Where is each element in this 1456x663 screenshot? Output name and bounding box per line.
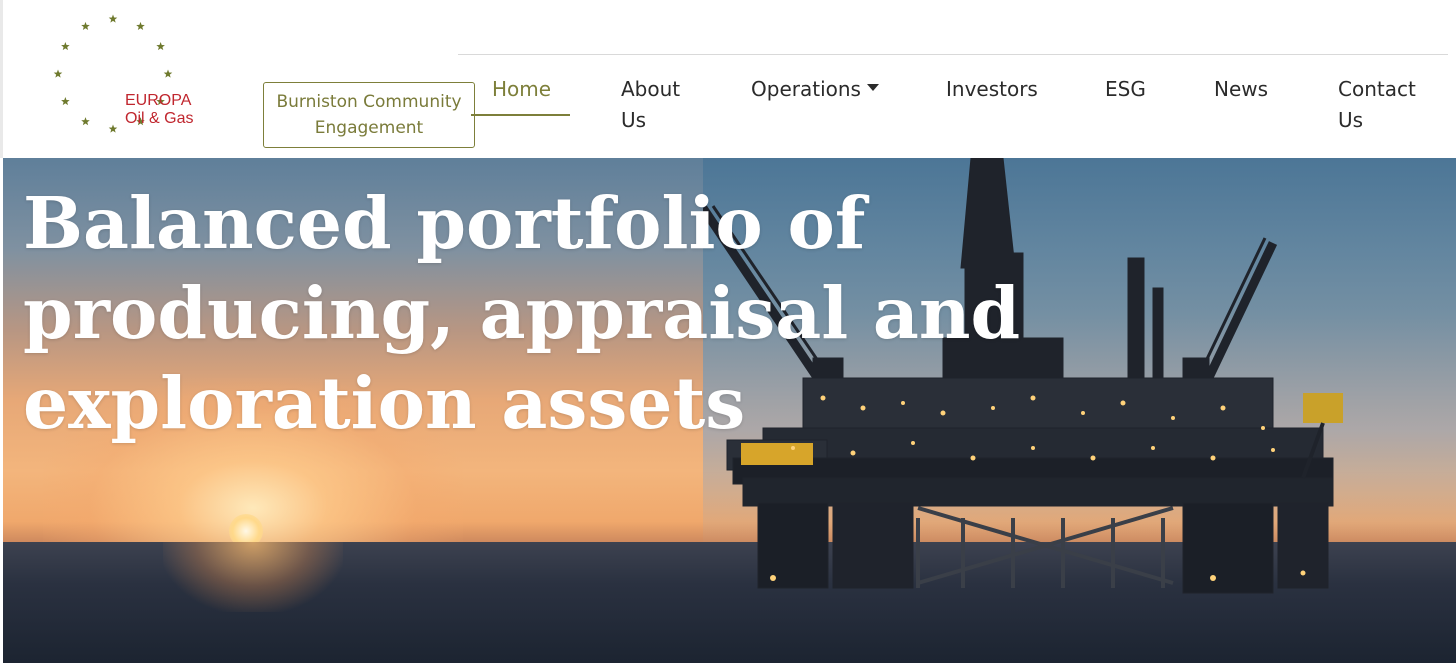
nav-divider: [458, 54, 1448, 55]
logo-star: [136, 21, 145, 31]
logo-star: [81, 117, 90, 126]
logo-text: EUROPA Oil & Gas: [125, 92, 193, 128]
community-engagement-button[interactable]: Burniston Community Engagement: [263, 82, 475, 148]
logo-line-2: Oil & Gas: [125, 110, 194, 127]
site-header: EUROPA Oil & Gas Burniston Community Eng…: [0, 0, 1456, 158]
logo-star: [156, 42, 165, 51]
logo-star: [163, 69, 173, 78]
logo-star: [108, 124, 118, 133]
nav-about-us[interactable]: About Us: [621, 74, 701, 136]
logo-star: [53, 69, 63, 78]
nav-esg[interactable]: ESG: [1105, 74, 1146, 105]
europa-logo[interactable]: EUROPA Oil & Gas: [53, 14, 203, 144]
nav-investors[interactable]: Investors: [946, 74, 1038, 105]
nav-home[interactable]: Home: [492, 74, 551, 105]
logo-star: [61, 97, 70, 106]
chevron-down-icon: [866, 84, 879, 91]
logo-star: [61, 42, 70, 51]
page: EUROPA Oil & Gas Burniston Community Eng…: [0, 0, 1456, 663]
hero-title: Balanced portfolio of producing, apprais…: [23, 181, 1021, 445]
logo-star: [108, 14, 118, 23]
hero-banner: Balanced portfolio of producing, apprais…: [3, 158, 1456, 663]
logo-line-1: EUROPA: [125, 92, 192, 109]
sun-reflection: [163, 542, 343, 612]
nav-news[interactable]: News: [1214, 74, 1268, 105]
nav-active-indicator: [471, 114, 570, 116]
nav-operations[interactable]: Operations: [751, 74, 879, 105]
nav-operations-label: Operations: [751, 77, 861, 101]
nav-contact-us[interactable]: Contact Us: [1338, 74, 1438, 136]
logo-star: [81, 21, 90, 31]
